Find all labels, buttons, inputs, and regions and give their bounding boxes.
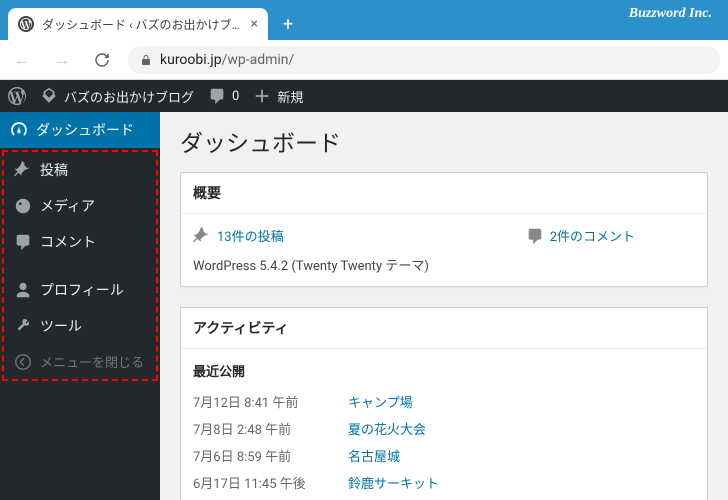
- forward-button[interactable]: →: [48, 46, 76, 74]
- sidebar-item-posts[interactable]: 投稿: [4, 152, 156, 188]
- sidebar-collapse[interactable]: メニューを閉じる: [4, 344, 156, 379]
- wp-admin-toolbar: バズのお出かけブログ 0 新規: [0, 80, 728, 112]
- sidebar-item-tools[interactable]: ツール: [4, 308, 156, 344]
- site-name-menu[interactable]: バズのお出かけブログ: [40, 87, 194, 106]
- wp-body: ダッシュボード 投稿 メディア コメント プロフィール ツール: [0, 112, 728, 500]
- browser-tab[interactable]: ダッシュボード ‹ バズのお出かけブログ ×: [8, 8, 268, 40]
- collapse-icon: [14, 353, 32, 371]
- comment-icon: [14, 233, 32, 251]
- activity-link[interactable]: 夏の花火大会: [348, 419, 426, 438]
- activity-link[interactable]: 鈴鹿サーキット: [348, 473, 439, 492]
- wp-logo-menu[interactable]: [8, 87, 26, 105]
- pin-icon: [193, 227, 211, 245]
- wrench-icon: [14, 317, 32, 335]
- sidebar-item-profile[interactable]: プロフィール: [4, 272, 156, 308]
- activity-date: 6月17日 11:45 午後: [193, 473, 348, 492]
- sidebar-label: メニューを閉じる: [40, 352, 144, 371]
- wp-favicon: [18, 16, 34, 32]
- activity-row: 7月6日 8:59 午前名古屋城: [193, 442, 695, 469]
- overview-comments-label: 2件のコメント: [550, 226, 635, 245]
- tab-bar: ダッシュボード ‹ バズのお出かけブログ × +: [0, 0, 728, 40]
- activity-link[interactable]: キャンプ場: [348, 392, 413, 411]
- activity-box: アクティビティ 最近公開 7月12日 8:41 午前キャンプ場7月8日 2:48…: [180, 307, 708, 500]
- back-button[interactable]: ←: [8, 46, 36, 74]
- overview-posts-label: 13件の投稿: [217, 226, 284, 245]
- new-content-menu[interactable]: 新規: [253, 87, 303, 106]
- overview-comments-link[interactable]: 2件のコメント: [526, 226, 635, 245]
- sidebar-label: コメント: [40, 232, 96, 252]
- sidebar-label: プロフィール: [40, 280, 124, 300]
- activity-date: 7月6日 8:59 午前: [193, 446, 348, 465]
- close-icon[interactable]: ×: [251, 16, 258, 32]
- page-title: ダッシュボード: [180, 124, 708, 158]
- sidebar-label: ツール: [40, 316, 82, 336]
- activity-row: 6月17日 11:45 午後鈴鹿サーキット: [193, 469, 695, 496]
- sidebar-item-media[interactable]: メディア: [4, 188, 156, 224]
- tab-title: ダッシュボード ‹ バズのお出かけブログ: [42, 16, 243, 33]
- sidebar-label: ダッシュボード: [36, 120, 134, 140]
- activity-date: 7月12日 8:41 午前: [193, 392, 348, 411]
- highlight-box: 投稿 メディア コメント プロフィール ツール メニューを閉じる: [2, 150, 158, 381]
- user-icon: [14, 281, 32, 299]
- activity-row: 7月8日 2:48 午前夏の花火大会: [193, 415, 695, 442]
- comments-menu[interactable]: 0: [208, 87, 239, 105]
- brand-label: Buzzword Inc.: [629, 6, 712, 22]
- activity-heading: アクティビティ: [181, 308, 707, 349]
- comment-icon: [526, 227, 544, 245]
- sidebar-label: 投稿: [40, 160, 68, 180]
- media-icon: [14, 197, 32, 215]
- new-tab-button[interactable]: +: [274, 10, 302, 38]
- activity-row: 6月10日 2:00 午後リトルワールド: [193, 496, 695, 500]
- sidebar-item-dashboard[interactable]: ダッシュボード: [0, 112, 160, 148]
- activity-link[interactable]: 名古屋城: [348, 446, 400, 465]
- admin-sidebar: ダッシュボード 投稿 メディア コメント プロフィール ツール: [0, 112, 160, 500]
- overview-box: 概要 13件の投稿 2件のコメント WordPress 5.4.2 (Twent…: [180, 172, 708, 287]
- lock-icon: [140, 54, 152, 66]
- url-input[interactable]: kuroobi.jp/wp-admin/: [128, 46, 720, 74]
- pin-icon: [14, 161, 32, 179]
- overview-heading: 概要: [181, 173, 707, 214]
- sidebar-item-comments[interactable]: コメント: [4, 224, 156, 260]
- content-area: ダッシュボード 概要 13件の投稿 2件のコメント WordPress 5.4.…: [160, 112, 728, 500]
- url-text: kuroobi.jp/wp-admin/: [160, 52, 294, 68]
- new-label: 新規: [277, 87, 303, 106]
- wp-version-text: WordPress 5.4.2 (Twenty Twenty テーマ): [193, 255, 695, 274]
- comment-count: 0: [232, 89, 239, 104]
- site-name-label: バズのお出かけブログ: [64, 87, 194, 106]
- browser-chrome: Buzzword Inc. ダッシュボード ‹ バズのお出かけブログ × + ←…: [0, 0, 728, 80]
- address-bar: ← → kuroobi.jp/wp-admin/: [0, 40, 728, 80]
- overview-posts-link[interactable]: 13件の投稿: [193, 226, 284, 245]
- reload-button[interactable]: [88, 46, 116, 74]
- recent-published-label: 最近公開: [193, 361, 695, 380]
- dashboard-icon: [10, 121, 28, 139]
- activity-list: 7月12日 8:41 午前キャンプ場7月8日 2:48 午前夏の花火大会7月6日…: [193, 388, 695, 500]
- activity-date: 7月8日 2:48 午前: [193, 419, 348, 438]
- activity-row: 7月12日 8:41 午前キャンプ場: [193, 388, 695, 415]
- sidebar-label: メディア: [40, 196, 95, 216]
